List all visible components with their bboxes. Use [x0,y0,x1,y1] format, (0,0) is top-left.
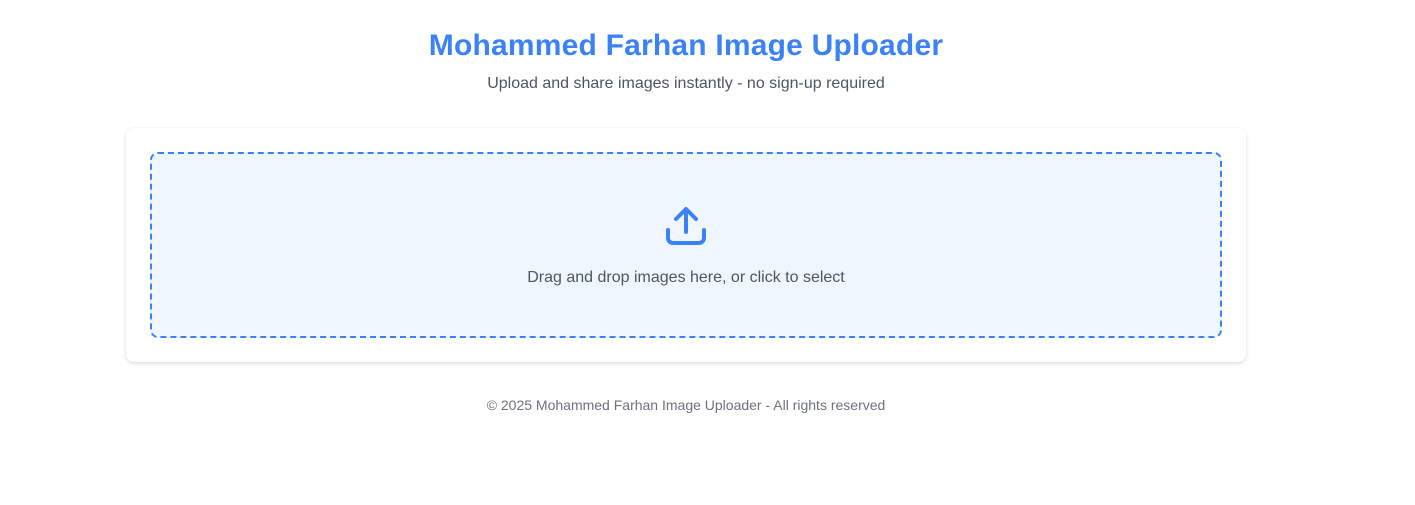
upload-dropzone[interactable]: Drag and drop images here, or click to s… [150,152,1222,338]
page-subtitle: Upload and share images instantly - no s… [487,75,885,92]
dropzone-instructions: Drag and drop images here, or click to s… [527,269,845,286]
page-title: Mohammed Farhan Image Uploader [428,29,944,62]
upload-icon [664,204,708,248]
footer-copyright: © 2025 Mohammed Farhan Image Uploader - … [486,397,886,413]
upload-card: Drag and drop images here, or click to s… [126,128,1246,362]
header: Mohammed Farhan Image Uploader Upload an… [0,26,1372,95]
page: Mohammed Farhan Image Uploader Upload an… [0,0,1415,505]
